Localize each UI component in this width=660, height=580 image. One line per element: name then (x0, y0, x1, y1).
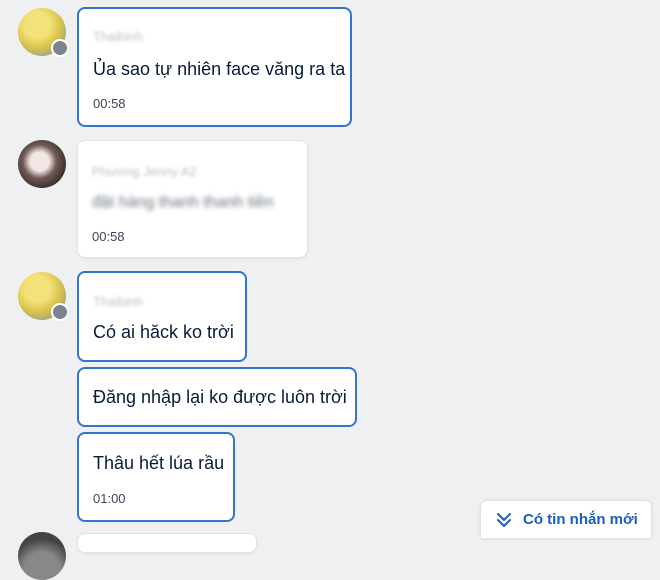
message-text: đặt hàng thanh thanh tiền (92, 194, 274, 211)
sender-name: Thaibinh (93, 294, 143, 309)
message-bubble[interactable]: Thâu hết lúa rầu 01:00 (77, 432, 235, 522)
message-bubble[interactable]: Thaibinh Ủa sao tự nhiên face văng ra ta… (77, 7, 352, 127)
new-messages-button[interactable]: Có tin nhắn mới (481, 501, 651, 538)
message-text: Có ai hăck ko trời (93, 322, 234, 342)
message-time: 00:58 (92, 229, 125, 244)
sender-name: Thaibinh (93, 29, 143, 44)
message-text: Đăng nhập lại ko được luôn trời (93, 387, 347, 407)
message-text: Thâu hết lúa rầu (93, 453, 225, 473)
message-bubble[interactable]: Phương Jenny A2 đặt hàng thanh thanh tiề… (77, 140, 308, 258)
message-bubble[interactable]: Đăng nhập lại ko được luôn trời (77, 367, 357, 427)
sender-name: Phương Jenny A2 (92, 164, 197, 179)
avatar-status-badge (51, 303, 69, 321)
sender-avatar[interactable] (18, 532, 66, 580)
message-time: 01:00 (93, 491, 126, 506)
message-time: 00:58 (93, 96, 126, 111)
message-bubble[interactable] (77, 533, 257, 553)
chevrons-down-icon (495, 511, 513, 529)
avatar-status-badge (51, 39, 69, 57)
message-text: Ủa sao tự nhiên face văng ra ta (93, 59, 346, 79)
new-messages-label: Có tin nhắn mới (523, 511, 638, 528)
message-bubble[interactable]: Thaibinh Có ai hăck ko trời (77, 271, 247, 362)
sender-avatar[interactable] (18, 140, 66, 188)
